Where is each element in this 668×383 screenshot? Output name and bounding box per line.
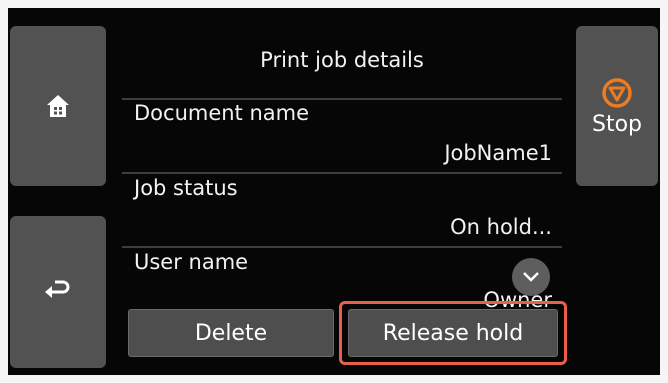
user-name-label: User name (134, 250, 249, 274)
home-button[interactable] (10, 26, 106, 186)
back-arrow-icon (45, 280, 70, 298)
bezel-right (660, 0, 668, 383)
release-hold-button[interactable]: Release hold (348, 309, 558, 357)
divider (122, 98, 562, 100)
scroll-down-button[interactable] (512, 258, 550, 296)
home-icon (47, 95, 69, 117)
back-button[interactable] (10, 216, 106, 368)
bezel-left (0, 0, 8, 383)
divider (122, 172, 562, 174)
bezel-top (0, 0, 668, 8)
document-name-label: Document name (134, 101, 310, 125)
bezel-bottom (0, 375, 668, 383)
job-status-label: Job status (134, 176, 238, 200)
page-title: Print job details (260, 48, 424, 72)
document-name-value: JobName1 (444, 141, 552, 165)
stop-button[interactable]: Stop (576, 26, 658, 186)
stop-icon (602, 77, 632, 108)
stop-label: Stop (591, 111, 642, 137)
chevron-down-icon (523, 272, 539, 282)
job-status-value: On hold... (450, 215, 552, 239)
delete-button[interactable]: Delete (128, 309, 334, 357)
divider (122, 246, 562, 248)
printer-panel-screen: Stop Print job details Document name Job… (0, 0, 668, 383)
